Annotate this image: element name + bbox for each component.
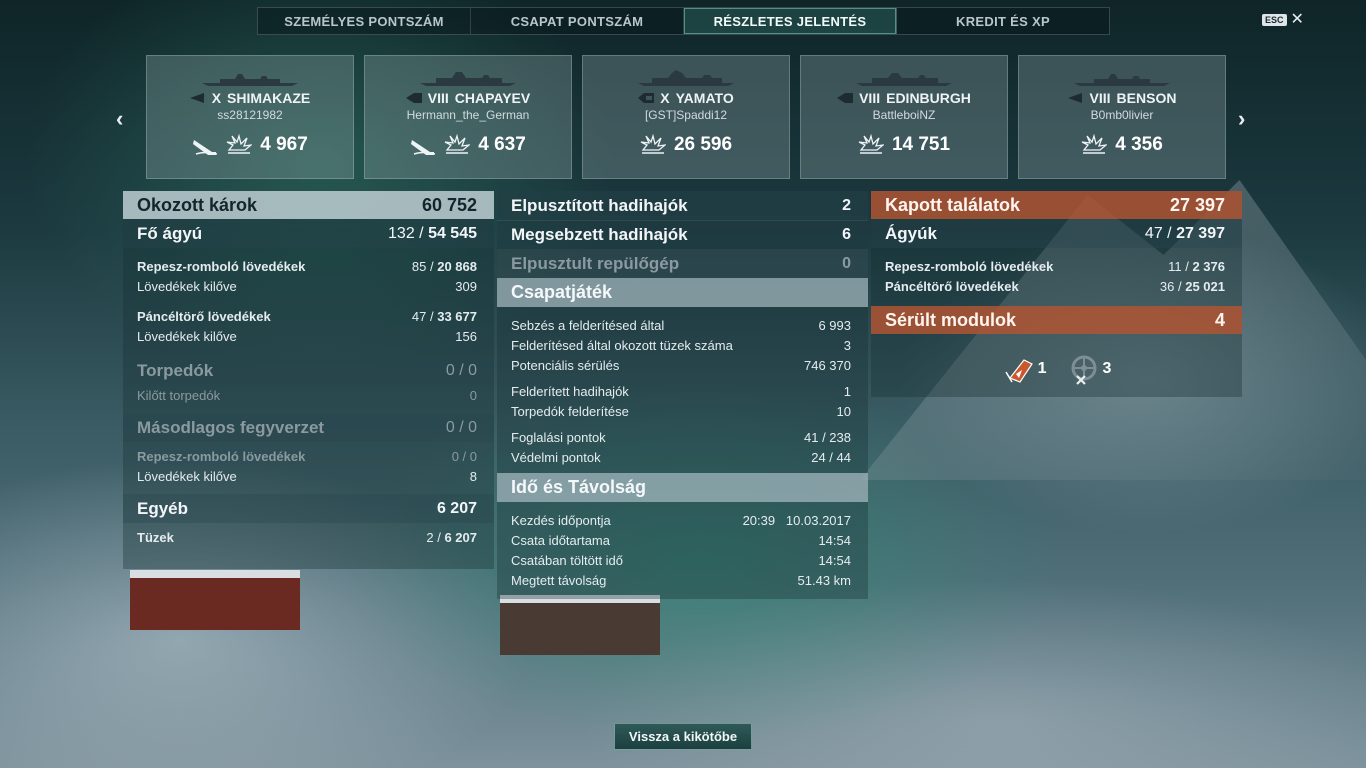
esc-key-label: ESC: [1262, 14, 1287, 26]
ship-name: EDINBURGH: [886, 90, 971, 106]
cruiser-class-icon: [837, 93, 854, 103]
ship-damage-value: 4 637: [478, 134, 526, 155]
ship-tier: VIII: [1089, 90, 1111, 106]
destroyer-class-icon: [189, 93, 204, 103]
teamplay-row: Potenciális sérülés 746 370: [511, 357, 851, 373]
damage-panel: Okozott károk 60 752 Fő ágyú 132 / 54 54…: [123, 191, 494, 569]
main-guns-row: Fő ágyú 132 / 54 545: [123, 219, 494, 248]
torpedoes-fired-row: Kilőtt torpedók 0: [137, 387, 477, 403]
ship-name: BENSON: [1116, 90, 1177, 106]
teamplay-row: Védelmi pontok 24 / 44: [511, 449, 851, 465]
module-item: 1: [1002, 344, 1047, 394]
damage-explosion-icon: [640, 134, 666, 154]
damage-explosion-icon: [858, 134, 884, 154]
damage-explosion-icon: [444, 134, 471, 154]
ship-silhouette-icon: [638, 70, 734, 86]
secondary-fired-row: Lövedékek kilőve 8: [137, 468, 477, 484]
damaged-modules-list: 1 3: [871, 334, 1242, 394]
ship-name: YAMATO: [675, 90, 734, 106]
player-name: B0mb0livier: [1090, 108, 1154, 122]
module-item: 3: [1067, 344, 1111, 394]
damaged-modules-header: Sérült modulok 4: [871, 306, 1242, 334]
prev-ship-arrow-icon[interactable]: ‹: [116, 106, 123, 132]
sunk-ship-icon: [411, 140, 436, 155]
damage-caused-header: Okozott károk 60 752: [123, 191, 494, 219]
ap-shells-row: Páncéltörő lövedékek 47 / 33 677: [137, 308, 477, 324]
tab-bar: SZEMÉLYES PONTSZÁM CSAPAT PONTSZÁM RÉSZL…: [257, 7, 1110, 35]
player-name: BattleboiNZ: [872, 108, 936, 122]
secondary-he-row: Repesz-romboló lövedékek 0 / 0: [137, 448, 477, 464]
time-row: Kezdés időpontja 20:39 10.03.2017: [511, 512, 851, 528]
hits-received-header: Kapott találatok 27 397: [871, 191, 1242, 219]
sunk-ship-icon: [193, 140, 218, 155]
tab-detailed-report[interactable]: RÉSZLETES JELENTÉS: [684, 8, 897, 34]
he-received-row: Repesz-romboló lövedékek 11 / 2 376: [885, 258, 1225, 274]
guns-received-row: Ágyúk 47 / 27 397: [871, 219, 1242, 248]
gun-turret-damaged-icon: [1004, 359, 1033, 383]
destroyed-ships-row: Elpusztított hadihajók 2: [497, 191, 868, 220]
ship-tier: X: [660, 90, 670, 106]
damaged-ships-row: Megsebzett hadihajók 6: [497, 220, 868, 249]
torpedoes-row: Torpedók 0 / 0: [123, 356, 494, 385]
he-shells-row: Repesz-romboló lövedékek 85 / 20 868: [137, 258, 477, 274]
tab-credits-xp[interactable]: KREDIT ÉS XP: [897, 8, 1109, 34]
close-button[interactable]: ESC ✕: [1262, 11, 1304, 28]
tab-team-score[interactable]: CSAPAT PONTSZÁM: [471, 8, 684, 34]
ship-card[interactable]: VIII CHAPAYEV Hermann_the_German 4 637: [364, 55, 572, 179]
ship-name: CHAPAYEV: [454, 90, 531, 106]
ap-fired-row: Lövedékek kilőve 156: [137, 328, 477, 344]
teamplay-row: Sebzés a felderítésed által 6 993: [511, 317, 851, 333]
player-name: ss28121982: [217, 108, 283, 122]
teamplay-header: Csapatjáték: [497, 278, 868, 307]
ship-damage-value: 4 967: [260, 134, 308, 155]
time-row: Csata időtartama 14:54: [511, 532, 851, 548]
teamplay-row: Torpedók felderítése 10: [511, 403, 851, 419]
ship-card[interactable]: X YAMATO [GST]Spaddi12 26 596: [582, 55, 790, 179]
other-row: Egyéb 6 207: [123, 494, 494, 523]
battleship-class-icon: [638, 93, 655, 103]
time-distance-header: Idő és Távolság: [497, 473, 868, 502]
planes-destroyed-row: Elpusztult repülőgép 0: [497, 249, 868, 278]
damage-explosion-icon: [226, 134, 253, 154]
ship-card[interactable]: X SHIMAKAZE ss28121982 4 967: [146, 55, 354, 179]
ship-damage-value: 26 596: [673, 134, 733, 155]
ship-tier: VIII: [427, 90, 449, 106]
steering-gear-disabled-icon: [1071, 355, 1096, 385]
tab-personal-score[interactable]: SZEMÉLYES PONTSZÁM: [258, 8, 471, 34]
ship-card[interactable]: VIII BENSON B0mb0livier 4 356: [1018, 55, 1226, 179]
ship-card[interactable]: VIII EDINBURGH BattleboiNZ 14 751: [800, 55, 1008, 179]
secondary-row: Másodlagos fegyverzet 0 / 0: [123, 413, 494, 442]
close-icon: ✕: [1290, 11, 1304, 28]
back-to-port-button[interactable]: Vissza a kikötőbe: [614, 723, 752, 750]
hits-received-panel: Kapott találatok 27 397 Ágyúk 47 / 27 39…: [871, 191, 1242, 397]
ship-damage-value: 4 356: [1115, 134, 1163, 155]
player-name: Hermann_the_German: [406, 108, 530, 122]
ship-damage-value: 14 751: [891, 134, 951, 155]
time-row: Megtett távolság 51.43 km: [511, 572, 851, 588]
battle-stats-panel: Elpusztított hadihajók 2 Megsebzett hadi…: [497, 191, 868, 599]
time-row: Csatában töltött idő 14:54: [511, 552, 851, 568]
ship-cards: X SHIMAKAZE ss28121982 4 967 VIII CHAPAY…: [146, 55, 1226, 179]
cruiser-class-icon: [405, 93, 422, 103]
teamplay-row: Felderített hadihajók 1: [511, 383, 851, 399]
ship-silhouette-icon: [420, 72, 516, 86]
ship-silhouette-icon: [1074, 74, 1170, 86]
damage-explosion-icon: [1081, 134, 1108, 154]
next-ship-arrow-icon[interactable]: ›: [1238, 106, 1245, 132]
background-house: [130, 570, 300, 630]
teamplay-row: Felderítésed által okozott tüzek száma 3: [511, 337, 851, 353]
ship-silhouette-icon: [856, 73, 952, 86]
player-name: [GST]Spaddi12: [644, 108, 728, 122]
ship-tier: VIII: [859, 90, 881, 106]
teamplay-row: Foglalási pontok 41 / 238: [511, 429, 851, 445]
ap-received-row: Páncéltörő lövedékek 36 / 25 021: [885, 278, 1225, 294]
he-fired-row: Lövedékek kilőve 309: [137, 278, 477, 294]
ship-tier: X: [211, 90, 222, 106]
ship-silhouette-icon: [202, 74, 298, 86]
fires-row: Tüzek 2 / 6 207: [137, 529, 477, 545]
background-house: [500, 595, 660, 655]
destroyer-class-icon: [1067, 93, 1082, 103]
ship-name: SHIMAKAZE: [227, 90, 311, 106]
